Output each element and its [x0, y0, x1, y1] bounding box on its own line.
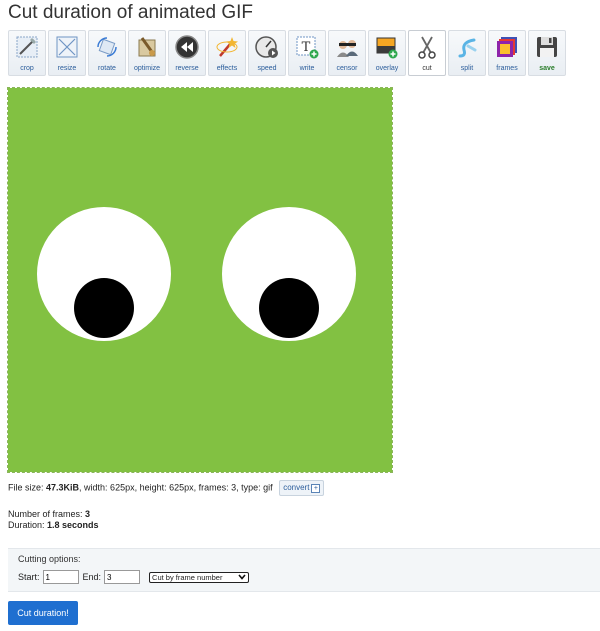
tool-label: optimize	[133, 65, 161, 72]
tool-optimize[interactable]: optimize	[128, 30, 166, 76]
tool-split[interactable]: split	[448, 30, 486, 76]
tool-label: rotate	[98, 65, 116, 72]
split-icon	[458, 38, 477, 58]
end-label: End:	[82, 572, 102, 582]
tool-label: frames	[496, 65, 518, 72]
tool-toolbar: crop resize rotate optimize reverse effe…	[8, 30, 568, 76]
frames-label: Number of frames:	[8, 509, 86, 519]
tool-label: crop	[20, 65, 34, 72]
cut-mode-value: Cut by frame number	[152, 572, 223, 582]
cut-duration-button[interactable]: Cut duration!	[8, 601, 78, 625]
tool-label: effects	[216, 65, 238, 72]
resize-icon	[56, 36, 78, 58]
tool-resize[interactable]: resize	[48, 30, 86, 76]
file-size-value: 47.3KiB	[46, 482, 80, 493]
tool-write[interactable]: T write	[288, 30, 326, 76]
gif-image	[8, 88, 392, 472]
tool-label: reverse	[175, 65, 199, 72]
end-input[interactable]	[104, 570, 141, 584]
convert-button[interactable]: convert +	[279, 480, 325, 496]
speed-icon	[255, 36, 278, 58]
tool-speed[interactable]: speed	[248, 30, 286, 76]
right-pupil	[259, 278, 319, 338]
censor-icon	[337, 40, 358, 57]
plus-icon: +	[311, 484, 321, 493]
crop-icon	[16, 36, 38, 58]
duration-value: 1.8 seconds	[47, 520, 99, 530]
tool-label: write	[299, 65, 315, 72]
start-label: Start:	[18, 572, 40, 582]
tool-label: save	[539, 65, 555, 72]
file-details: , width: 625px, height: 625px, frames: 3…	[79, 482, 273, 493]
tool-rotate[interactable]: rotate	[88, 30, 126, 76]
tool-overlay[interactable]: overlay	[368, 30, 406, 76]
gif-preview	[7, 87, 393, 473]
tool-frames[interactable]: frames	[488, 30, 526, 76]
tool-label: split	[460, 65, 474, 72]
file-info: File size: 47.3KiB, width: 625px, height…	[8, 480, 325, 496]
cutting-options-panel: Cutting options: Start: End: Cut by fram…	[8, 548, 600, 592]
frames-count: Number of frames: 3	[8, 509, 99, 520]
effects-icon	[216, 37, 238, 57]
tool-label: resize	[57, 65, 77, 72]
cutting-options-row: Start: End: Cut by frame number	[18, 570, 250, 584]
convert-label: convert	[283, 483, 310, 492]
tool-label: cut	[422, 65, 432, 72]
page-title: Cut duration of animated GIF	[8, 2, 254, 23]
rotate-icon	[97, 37, 117, 57]
tool-reverse[interactable]: reverse	[168, 30, 206, 76]
optimize-icon	[138, 37, 156, 57]
tool-cut[interactable]: cut	[408, 30, 446, 76]
tool-crop[interactable]: crop	[8, 30, 46, 76]
tool-label: overlay	[375, 65, 399, 72]
svg-text:T: T	[302, 40, 311, 55]
duration: Duration: 1.8 seconds	[8, 520, 99, 531]
scissors-icon	[418, 36, 436, 59]
overlay-icon	[376, 37, 398, 59]
frames-value: 3	[85, 509, 91, 519]
save-icon	[537, 37, 557, 57]
write-icon: T	[296, 36, 319, 59]
tool-effects[interactable]: effects	[208, 30, 246, 76]
cutting-options-title: Cutting options:	[18, 554, 81, 564]
reverse-icon	[175, 35, 199, 59]
start-input[interactable]	[42, 570, 79, 584]
duration-label: Duration:	[8, 520, 48, 530]
gif-stats: Number of frames: 3 Duration: 1.8 second…	[8, 509, 99, 531]
file-size-label: File size:	[8, 482, 47, 493]
frames-icon	[497, 37, 517, 57]
tool-save[interactable]: save	[528, 30, 566, 76]
cut-mode-select[interactable]: Cut by frame number	[149, 571, 250, 583]
tool-label: speed	[257, 65, 277, 72]
tool-label: censor	[336, 65, 358, 72]
tool-censor[interactable]: censor	[328, 30, 366, 76]
left-pupil	[74, 278, 134, 338]
chevron-down-icon	[238, 574, 246, 580]
